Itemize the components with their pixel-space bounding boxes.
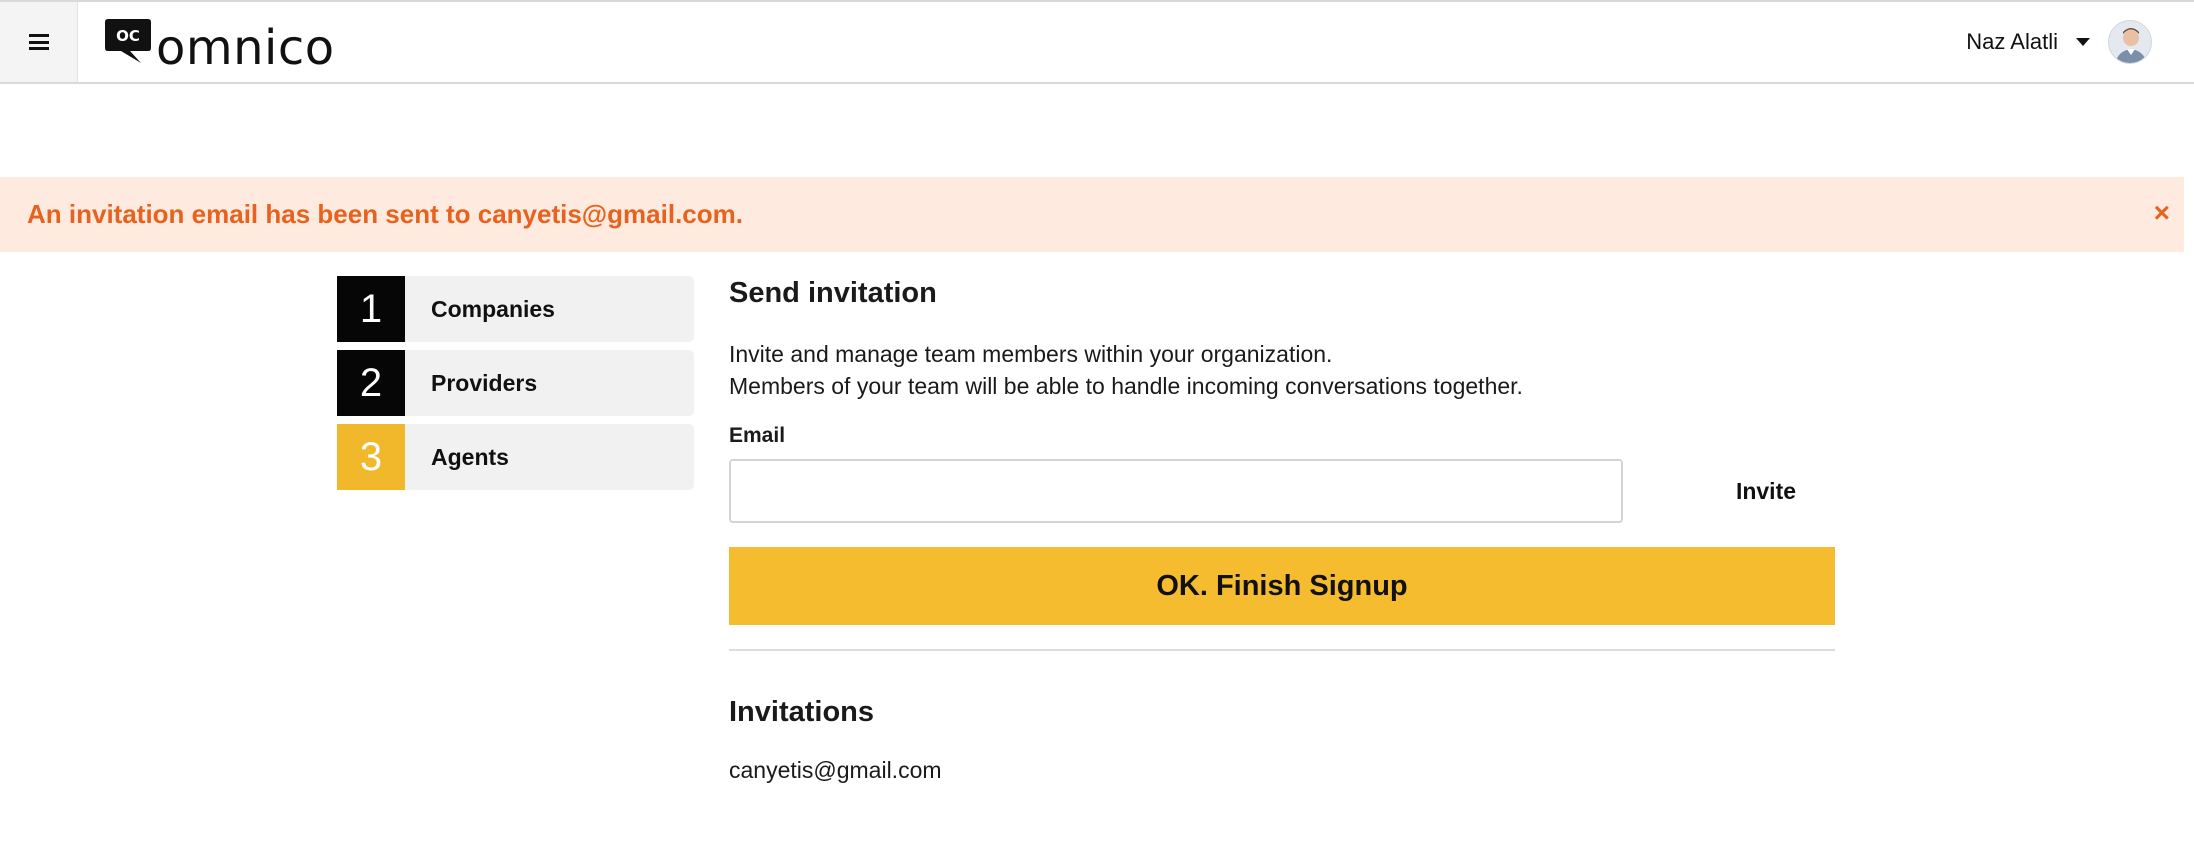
step-providers[interactable]: 2 Providers [337,350,694,416]
step-label: Agents [405,424,694,490]
invitation-description: Invite and manage team members within yo… [729,338,1835,402]
invite-button[interactable]: Invite [1697,459,1835,523]
divider [729,649,1835,651]
send-invitation-title: Send invitation [729,277,937,309]
step-number: 3 [337,424,405,490]
avatar-person-icon [2109,21,2151,63]
alert-message: An invitation email has been sent to can… [27,199,743,229]
user-menu[interactable]: Naz Alatli [1966,20,2152,64]
finish-signup-button[interactable]: OK. Finish Signup [729,547,1835,625]
email-field[interactable] [729,459,1623,523]
logo-wordmark: omnico [156,20,335,76]
description-line-2: Members of your team will be able to han… [729,373,1523,399]
email-row: Invite [729,459,1835,523]
user-name: Naz Alatli [1966,29,2058,54]
caret-down-icon[interactable] [2076,38,2090,46]
description-line-1: Invite and manage team members within yo… [729,341,1333,367]
list-item: canyetis@gmail.com [729,757,942,783]
top-navbar: OC omnico Naz Alatli [0,0,2194,84]
logo-mark-text: OC [116,27,140,45]
success-alert: An invitation email has been sent to can… [0,177,2184,252]
hamburger-bars [28,34,49,50]
main-content: Send invitation Invite and manage team m… [729,274,1835,784]
invitations-title: Invitations [729,696,875,728]
avatar[interactable] [2108,20,2152,64]
step-number: 2 [337,350,405,416]
hamburger-menu-icon[interactable] [0,2,78,82]
logo-mark-icon: OC [105,19,151,63]
omnico-logo[interactable]: OC omnico [104,18,335,74]
step-companies[interactable]: 1 Companies [337,276,694,342]
close-icon[interactable]: × [2154,199,2170,227]
email-label: Email [729,424,786,447]
step-label: Companies [405,276,694,342]
step-number: 1 [337,276,405,342]
step-label: Providers [405,350,694,416]
step-agents[interactable]: 3 Agents [337,424,694,490]
signup-steps: 1 Companies 2 Providers 3 Agents [337,276,694,498]
